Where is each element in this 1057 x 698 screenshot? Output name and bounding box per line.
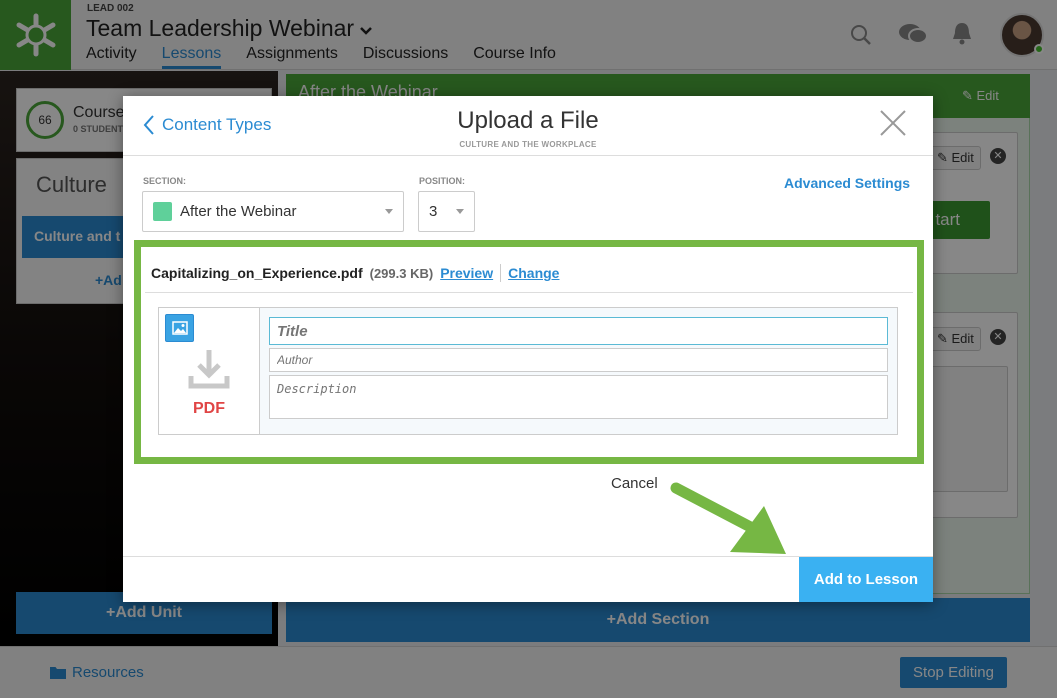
chevron-down-icon bbox=[456, 209, 464, 214]
file-divider bbox=[145, 292, 913, 293]
author-input[interactable] bbox=[269, 348, 888, 372]
link-divider bbox=[500, 264, 502, 282]
download-icon bbox=[188, 350, 230, 389]
file-info-row: Capitalizing_on_Experience.pdf (299.3 KB… bbox=[151, 264, 559, 282]
title-input[interactable] bbox=[269, 317, 888, 345]
close-icon[interactable] bbox=[879, 109, 907, 137]
section-select-value: After the Webinar bbox=[180, 203, 297, 220]
section-select[interactable]: After the Webinar bbox=[142, 191, 404, 232]
change-thumbnail-button[interactable] bbox=[165, 314, 194, 342]
section-color-swatch bbox=[153, 202, 172, 221]
section-field-label: SECTION: bbox=[143, 176, 187, 186]
preview-link[interactable]: Preview bbox=[440, 265, 493, 281]
position-select-value: 3 bbox=[429, 203, 438, 220]
cancel-button[interactable]: Cancel bbox=[611, 475, 658, 492]
modal-subtitle: CULTURE AND THE WORKPLACE bbox=[459, 140, 597, 149]
arrow-annotation-icon bbox=[670, 482, 786, 554]
file-name: Capitalizing_on_Experience.pdf bbox=[151, 265, 363, 281]
advanced-settings-link[interactable]: Advanced Settings bbox=[784, 175, 910, 191]
description-input[interactable] bbox=[269, 375, 888, 419]
pdf-type-label: PDF bbox=[193, 400, 225, 417]
change-link[interactable]: Change bbox=[508, 265, 559, 281]
modal-title: Upload a File bbox=[457, 107, 599, 134]
file-size: (299.3 KB) bbox=[369, 265, 434, 281]
chevron-down-icon bbox=[385, 209, 393, 214]
modal-header: Content Types Upload a File CULTURE AND … bbox=[123, 96, 933, 156]
position-field-label: POSITION: bbox=[419, 176, 466, 186]
image-icon bbox=[171, 321, 188, 335]
add-to-lesson-button[interactable]: Add to Lesson bbox=[799, 557, 933, 602]
position-select[interactable]: 3 bbox=[418, 191, 475, 232]
